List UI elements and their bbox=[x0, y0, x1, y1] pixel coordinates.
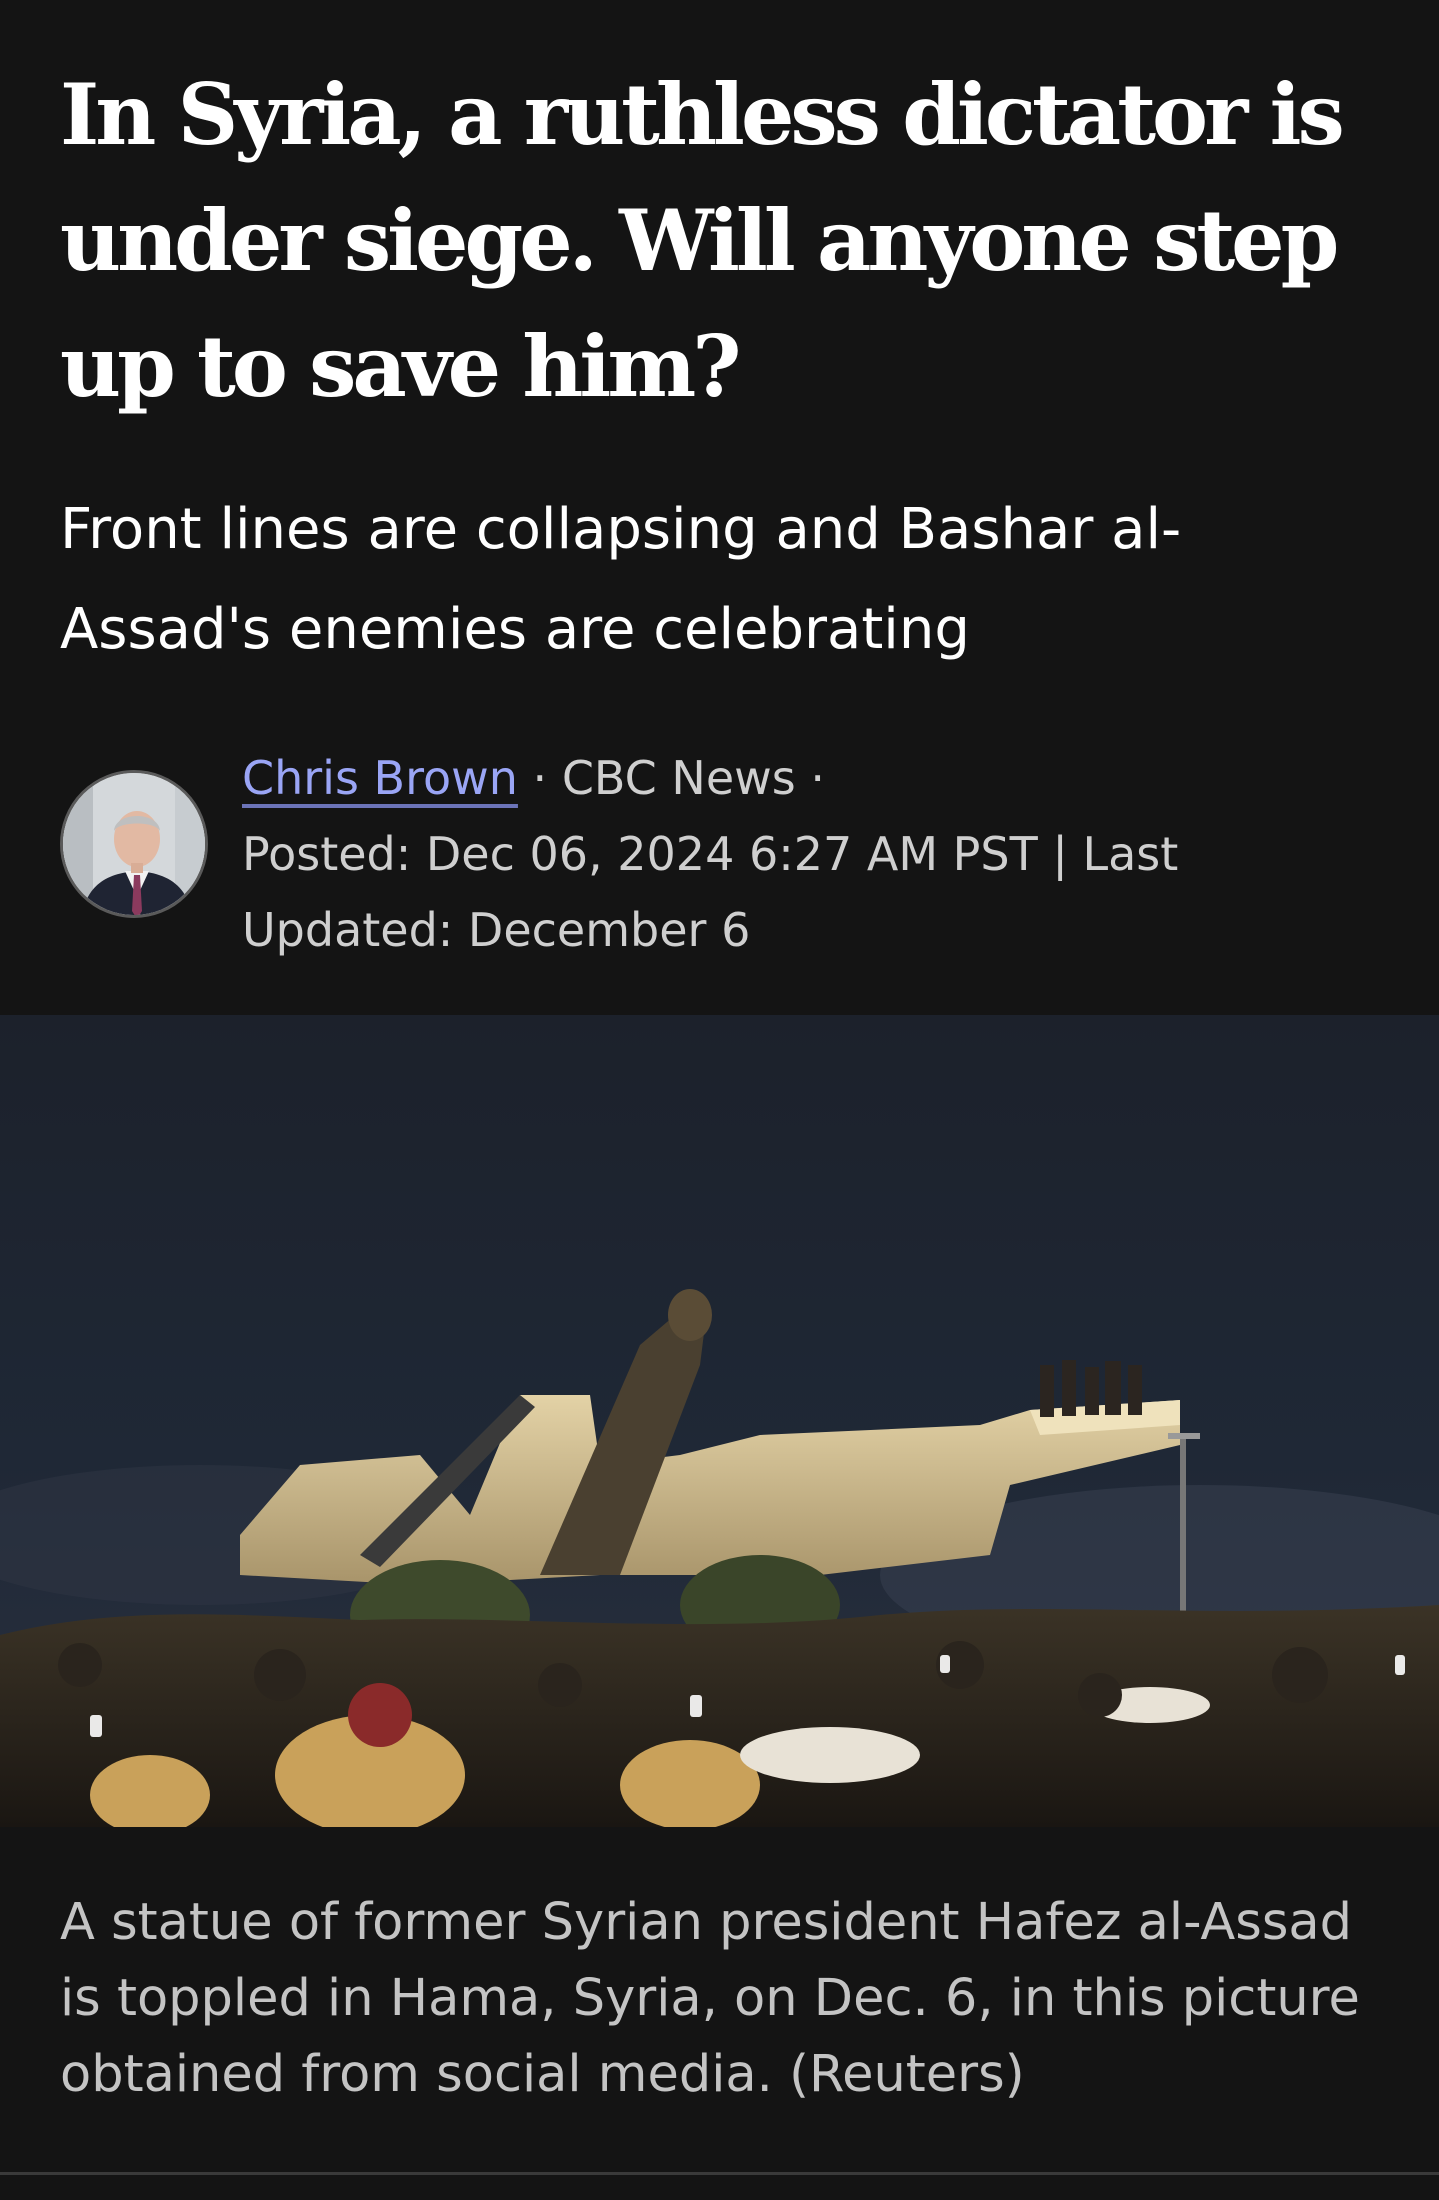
author-avatar[interactable] bbox=[60, 770, 208, 918]
outlet-name: CBC News bbox=[561, 751, 796, 805]
byline-separator: · bbox=[795, 751, 825, 805]
byline-text: Chris Brown · CBC News · Posted: Dec 06,… bbox=[242, 740, 1392, 968]
photo-caption: A statue of former Syrian president Hafe… bbox=[60, 1893, 1360, 2104]
author-portrait-icon bbox=[63, 773, 205, 915]
posted-date: Posted: Dec 06, 2024 6:27 AM PST | Last … bbox=[242, 827, 1179, 957]
toppled-statue-photo-icon bbox=[0, 1015, 1439, 1827]
byline-separator: · bbox=[517, 751, 562, 805]
headline: In Syria, a ruthless dictator is under s… bbox=[60, 65, 1345, 416]
lead-photo[interactable] bbox=[0, 1015, 1439, 1827]
deck: Front lines are collapsing and Bashar al… bbox=[60, 497, 1182, 662]
author-link[interactable]: Chris Brown bbox=[242, 751, 518, 805]
byline: Chris Brown · CBC News · Posted: Dec 06,… bbox=[60, 740, 1400, 957]
article: In Syria, a ruthless dictator is under s… bbox=[0, 0, 1439, 2200]
divider bbox=[0, 2172, 1439, 2175]
